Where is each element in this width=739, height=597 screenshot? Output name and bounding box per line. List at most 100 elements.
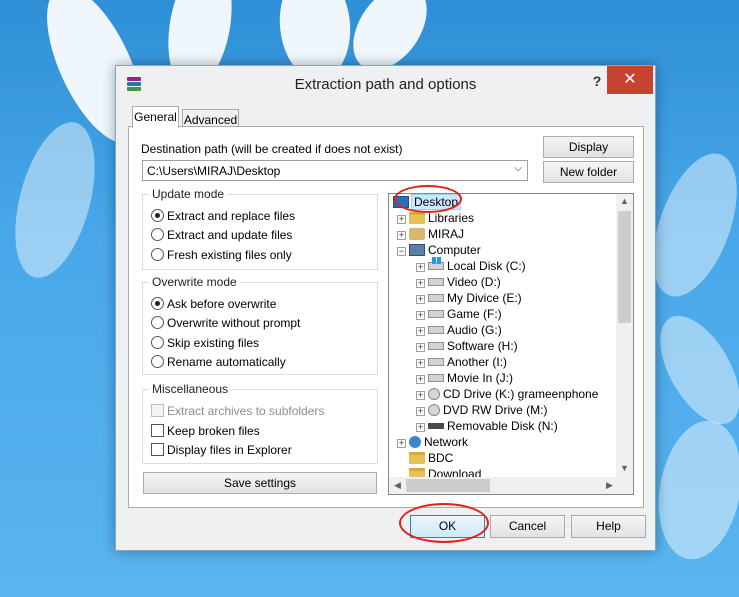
tree-item-drive-c[interactable]: + Local Disk (C:) (416, 257, 526, 275)
tree-item-drive-d[interactable]: + Video (D:) (416, 275, 501, 291)
network-icon (409, 436, 421, 448)
radio-fresh-existing[interactable]: Fresh existing files only (151, 248, 292, 264)
tree-item-drive-j[interactable]: + Movie In (J:) (416, 371, 513, 387)
tab-advanced-label: Advanced (183, 113, 238, 127)
window-title: Extraction path and options (294, 76, 477, 93)
expand-icon[interactable]: + (397, 215, 406, 224)
tree-item-miraj[interactable]: + MIRAJ (397, 227, 464, 243)
scroll-up-icon[interactable]: ▲ (616, 196, 633, 206)
ok-button[interactable]: OK (410, 515, 485, 538)
tree-item-drive-n[interactable]: + Removable Disk (N:) (416, 419, 558, 435)
folder-icon (409, 452, 425, 464)
tree-item-libraries[interactable]: + Libraries (397, 211, 474, 227)
close-icon: ✕ (623, 71, 637, 88)
radio-extract-replace[interactable]: Extract and replace files (151, 209, 295, 225)
radio-icon (151, 355, 164, 368)
tree-item-drive-m[interactable]: + DVD RW Drive (M:) (416, 403, 547, 419)
tree-item-drive-i[interactable]: + Another (I:) (416, 355, 507, 371)
scroll-left-icon[interactable]: ◀ (389, 480, 406, 491)
tree-item-drive-f[interactable]: + Game (F:) (416, 307, 502, 323)
wallpaper-petal (648, 414, 739, 566)
cancel-button[interactable]: Cancel (490, 515, 565, 538)
radio-rename-automatically[interactable]: Rename automatically (151, 355, 286, 371)
expand-icon[interactable]: + (416, 279, 425, 288)
checkbox-keep-broken-files[interactable]: Keep broken files (151, 424, 260, 440)
scroll-down-icon[interactable]: ▼ (616, 463, 633, 473)
checkbox-display-in-explorer[interactable]: Display files in Explorer (151, 443, 292, 459)
tree-item-network[interactable]: + Network (397, 435, 468, 451)
tree-item-label: CD Drive (K:) grameenphone (443, 387, 599, 401)
save-settings-button[interactable]: Save settings (143, 472, 377, 494)
tree-item-label: Another (I:) (447, 355, 508, 369)
title-bar[interactable]: Extraction path and options ? ✕ (116, 66, 655, 103)
tree-item-label: Game (F:) (447, 307, 502, 321)
radio-overwrite-without-prompt[interactable]: Overwrite without prompt (151, 316, 300, 332)
expand-icon[interactable]: + (416, 375, 425, 384)
display-button[interactable]: Display (543, 136, 634, 158)
expand-icon[interactable]: + (416, 423, 425, 432)
radio-selected-icon (151, 209, 164, 222)
expand-icon[interactable]: + (416, 327, 425, 336)
chevron-down-icon[interactable]: ⌵ (514, 163, 522, 174)
radio-icon (151, 336, 164, 349)
tree-item-drive-g[interactable]: + Audio (G:) (416, 323, 502, 339)
expand-icon[interactable]: + (416, 311, 425, 320)
radio-skip-existing[interactable]: Skip existing files (151, 336, 259, 352)
folder-icon (409, 212, 425, 224)
folder-tree[interactable]: Desktop + Libraries + MIRAJ − Computer + Loc… (388, 193, 634, 495)
drive-icon (428, 374, 444, 382)
tree-item-drive-k[interactable]: + CD Drive (K:) grameenphone (416, 387, 598, 403)
drive-icon (428, 278, 444, 286)
tree-item-label: Removable Disk (N:) (447, 419, 558, 433)
expand-icon[interactable]: + (416, 407, 425, 416)
tree-item-bdc[interactable]: BDC (409, 451, 453, 467)
radio-icon (151, 228, 164, 241)
vertical-scroll-thumb[interactable] (618, 211, 631, 323)
drive-icon (428, 342, 444, 350)
tree-item-label: Movie In (J:) (447, 371, 514, 385)
radio-selected-icon (151, 297, 164, 310)
checkbox-icon (151, 424, 164, 437)
miscellaneous-title: Miscellaneous (149, 382, 232, 396)
user-icon (409, 228, 425, 240)
tree-item-label: DVD RW Drive (M:) (443, 403, 548, 417)
option-label: Extract and replace files (167, 209, 296, 223)
expand-icon[interactable]: + (416, 343, 425, 352)
new-folder-button[interactable]: New folder (543, 161, 634, 183)
radio-extract-update[interactable]: Extract and update files (151, 228, 292, 244)
destination-path-combo[interactable]: C:\Users\MIRAJ\Desktop ⌵ (142, 160, 528, 181)
close-button[interactable]: ✕ (607, 66, 653, 94)
drive-icon (428, 257, 444, 270)
expand-icon[interactable]: + (397, 231, 406, 240)
radio-icon (151, 316, 164, 329)
expand-icon[interactable]: + (416, 391, 425, 400)
tree-item-drive-h[interactable]: + Software (H:) (416, 339, 518, 355)
horizontal-scrollbar[interactable]: ◀ ▶ (389, 477, 618, 494)
drive-icon (428, 358, 444, 366)
tree-item-label: MIRAJ (428, 227, 464, 241)
wallpaper-petal (0, 113, 110, 287)
tree-item-label: BDC (428, 451, 454, 465)
expand-icon[interactable]: + (397, 439, 406, 448)
tree-item-label: Computer (428, 243, 481, 257)
vertical-scrollbar[interactable]: ▲ ▼ (616, 194, 633, 478)
miscellaneous-group: Miscellaneous Extract archives to subfol… (142, 382, 378, 464)
destination-label: Destination path (will be created if doe… (141, 142, 403, 156)
option-label: Rename automatically (167, 355, 286, 369)
tree-item-desktop[interactable]: Desktop (393, 194, 462, 211)
drive-icon (428, 310, 444, 318)
expand-icon[interactable]: + (416, 359, 425, 368)
expand-icon[interactable]: + (416, 295, 425, 304)
option-label: Keep broken files (167, 424, 260, 438)
option-label: Skip existing files (167, 336, 260, 350)
help-button[interactable]: Help (571, 515, 646, 538)
help-title-button[interactable]: ? (586, 70, 608, 92)
expand-icon[interactable]: + (416, 263, 425, 272)
collapse-icon[interactable]: − (397, 247, 406, 256)
radio-ask-before-overwrite[interactable]: Ask before overwrite (151, 297, 276, 313)
tree-item-drive-e[interactable]: + My Divice (E:) (416, 291, 522, 307)
extraction-dialog: Extraction path and options ? ✕ General … (115, 65, 656, 551)
horizontal-scroll-thumb[interactable] (406, 479, 490, 492)
tab-general[interactable]: General (132, 106, 179, 128)
option-label: Display files in Explorer (167, 443, 292, 457)
